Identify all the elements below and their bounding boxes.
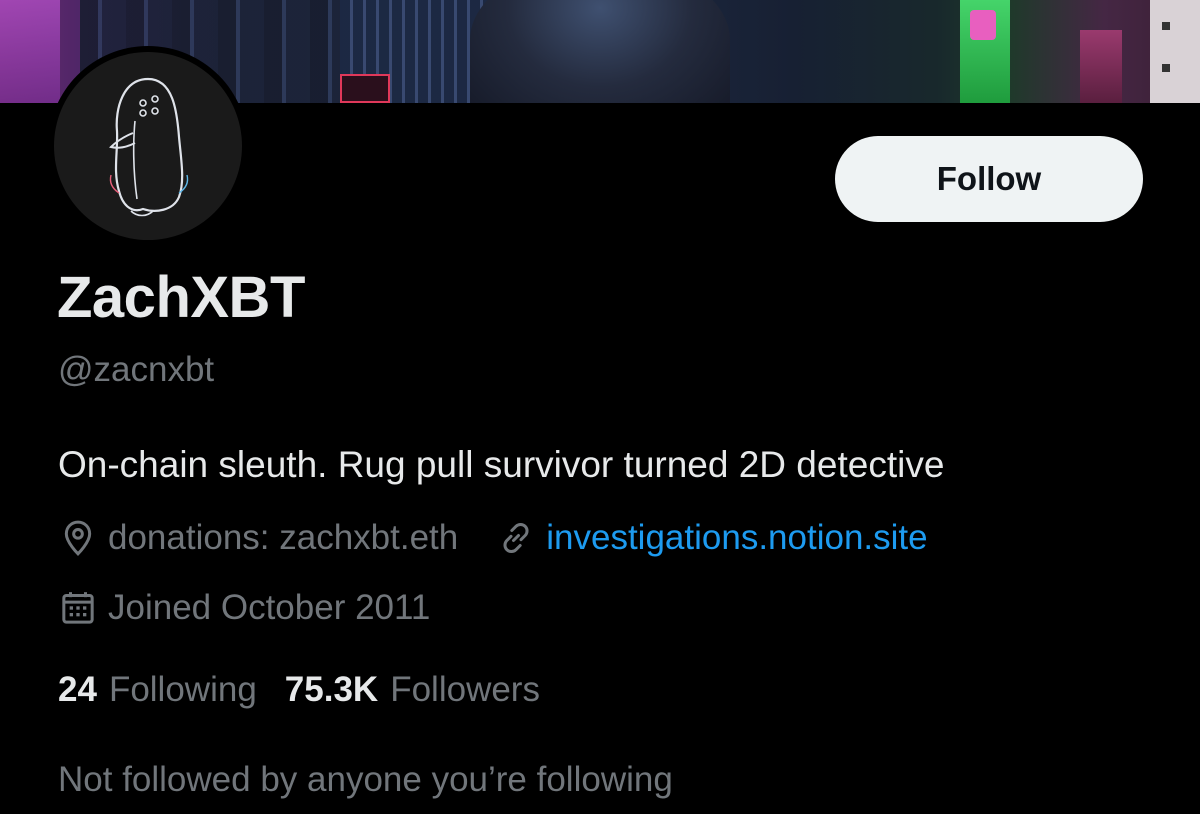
user-handle: @zacnxbt — [58, 350, 215, 389]
banner-right-strip — [1150, 0, 1200, 103]
link-icon — [503, 522, 529, 554]
following-label: Following — [108, 670, 257, 709]
penguin-icon — [109, 77, 189, 217]
banner-pink-window — [1080, 30, 1122, 103]
display-name: ZachXBT — [57, 265, 305, 330]
profile-joined-row: Joined October 2011 — [58, 586, 430, 630]
followers-count: 75.3K — [284, 670, 379, 709]
joined-text: Joined October 2011 — [108, 588, 431, 627]
followers-link[interactable]: 75.3K Followers — [285, 668, 540, 712]
follow-button[interactable]: Follow — [835, 136, 1143, 222]
followers-label: Followers — [390, 670, 540, 709]
banner-strip-mark — [1162, 22, 1170, 30]
profile-location: donations: zachxbt.eth — [58, 516, 458, 560]
profile-bio: On-chain sleuth. Rug pull survivor turne… — [58, 444, 945, 485]
calendar-icon — [62, 592, 94, 624]
avatar[interactable] — [48, 46, 248, 246]
banner-neon-sign — [340, 74, 390, 103]
mutual-followers-text: Not followed by anyone you’re following — [58, 760, 673, 799]
banner-neon-glow — [0, 0, 60, 103]
profile-joined: Joined October 2011 — [58, 586, 430, 630]
profile-meta-row: donations: zachxbt.eth investigations.no… — [58, 516, 928, 560]
banner-pink-poster — [970, 10, 996, 40]
following-link[interactable]: 24 Following — [58, 668, 257, 712]
profile-stats: 24 Following 75.3K Followers — [58, 668, 568, 712]
location-pin-icon — [64, 520, 92, 556]
banner-strip-mark — [1162, 64, 1170, 72]
profile-website[interactable]: investigations.notion.site — [496, 516, 928, 560]
banner-detective-figure — [470, 0, 730, 103]
location-text: donations: zachxbt.eth — [108, 518, 459, 557]
avatar-image — [54, 52, 242, 240]
website-link[interactable]: investigations.notion.site — [546, 516, 927, 560]
following-count: 24 — [58, 670, 97, 709]
